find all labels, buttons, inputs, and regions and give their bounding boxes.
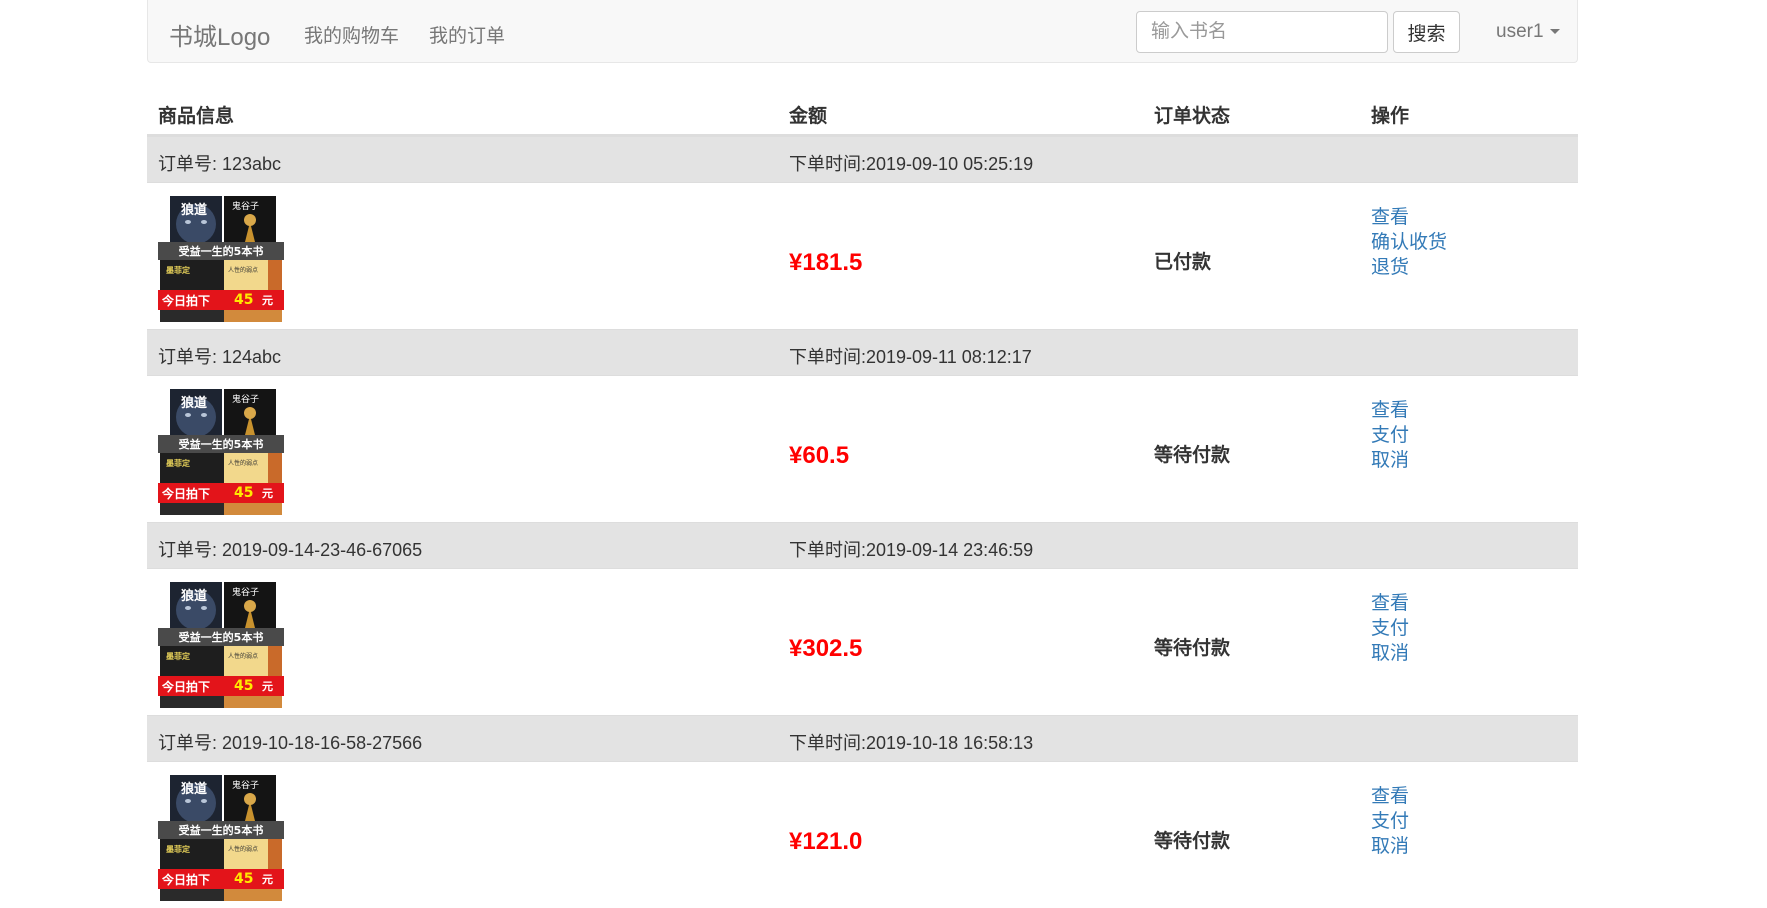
cover-title-right: 鬼谷子 <box>232 779 259 791</box>
order-meta-row: 订单号: 2019-10-18-16-58-27566 下单时间:2019-10… <box>147 715 1578 761</box>
order-actions: 查看 支付 取消 <box>1371 398 1409 473</box>
order-amount: ¥302.5 <box>789 635 863 662</box>
book-bundle-image: 狼道 鬼谷子 受益一生的5本书 墨菲定 人性的弱点 今日拍下 45 元 <box>158 385 284 517</box>
order-actions: 查看 支付 取消 <box>1371 591 1409 666</box>
order-item-row: 狼道 鬼谷子 受益一生的5本书 墨菲定 人性的弱点 今日拍下 45 元 <box>147 761 1578 908</box>
book-bundle-image: 狼道 鬼谷子 受益一生的5本书 墨菲定 人性的弱点 今日拍下 45 元 <box>158 578 284 710</box>
cover-banner: 受益一生的5本书 <box>179 244 264 258</box>
cover-promo-unit: 元 <box>262 487 273 500</box>
search-input[interactable] <box>1136 11 1388 53</box>
action-secondary-link[interactable]: 取消 <box>1371 448 1409 473</box>
user-name: user1 <box>1496 21 1544 42</box>
cover-title-right: 鬼谷子 <box>232 586 259 598</box>
action-view-link[interactable]: 查看 <box>1371 784 1409 809</box>
order-meta-row: 订单号: 124abc 下单时间:2019-09-11 08:12:17 <box>147 329 1578 375</box>
cover-title-left: 狼道 <box>180 395 207 411</box>
cover-sub-right: 人性的弱点 <box>228 652 258 660</box>
action-primary-link[interactable]: 支付 <box>1371 809 1409 834</box>
order-actions: 查看 确认收货 退货 <box>1371 205 1447 280</box>
order-actions: 查看 支付 取消 <box>1371 784 1409 859</box>
cover-title-left: 狼道 <box>180 588 207 604</box>
order-number: 订单号: 2019-10-18-16-58-27566 <box>158 733 423 753</box>
cover-sub-right: 人性的弱点 <box>228 459 258 467</box>
cover-promo-price: 45 <box>234 292 253 308</box>
order-item-row: 狼道 鬼谷子 受益一生的5本书 墨菲定 人性的弱点 今日拍下 45 元 <box>147 182 1578 329</box>
order-group: 订单号: 124abc 下单时间:2019-09-11 08:12:17 狼道 … <box>147 329 1578 522</box>
action-primary-link[interactable]: 确认收货 <box>1371 230 1447 255</box>
orders-table: 商品信息 金额 订单状态 操作 订单号: 123abc 下单时间:2019-09… <box>147 90 1578 908</box>
action-view-link[interactable]: 查看 <box>1371 591 1409 616</box>
cover-banner: 受益一生的5本书 <box>179 823 264 837</box>
brand-logo[interactable]: 书城Logo <box>169 17 270 52</box>
nav-link-orders[interactable]: 我的订单 <box>429 21 505 48</box>
header-product-info: 商品信息 <box>158 106 235 127</box>
action-secondary-link[interactable]: 退货 <box>1371 255 1447 280</box>
cover-banner: 受益一生的5本书 <box>179 630 264 644</box>
order-list: 订单号: 123abc 下单时间:2019-09-10 05:25:19 狼道 … <box>147 136 1578 908</box>
cover-promo-unit: 元 <box>262 680 273 693</box>
cover-banner: 受益一生的5本书 <box>179 437 264 451</box>
order-number: 订单号: 123abc <box>158 154 282 174</box>
nav-link-cart[interactable]: 我的购物车 <box>304 21 399 48</box>
book-bundle-image: 狼道 鬼谷子 受益一生的5本书 墨菲定 人性的弱点 今日拍下 45 元 <box>158 771 284 903</box>
cover-promo-unit: 元 <box>262 294 273 307</box>
cover-sub-left: 墨菲定 <box>166 458 190 468</box>
order-number: 订单号: 2019-09-14-23-46-67065 <box>158 540 423 560</box>
order-item-row: 狼道 鬼谷子 受益一生的5本书 墨菲定 人性的弱点 今日拍下 45 元 <box>147 375 1578 522</box>
navbar: 书城Logo 我的购物车 我的订单 搜索 user1 <box>147 0 1578 63</box>
user-dropdown[interactable]: user1 <box>1496 21 1560 43</box>
header-order-status: 订单状态 <box>1154 106 1231 127</box>
header-actions: 操作 <box>1371 106 1410 127</box>
cover-promo-unit: 元 <box>262 873 273 886</box>
header-amount: 金额 <box>789 106 828 127</box>
order-amount: ¥121.0 <box>789 828 863 855</box>
cover-promo: 今日拍下 <box>161 872 210 887</box>
order-item-row: 狼道 鬼谷子 受益一生的5本书 墨菲定 人性的弱点 今日拍下 45 元 <box>147 568 1578 715</box>
cover-title-right: 鬼谷子 <box>232 393 259 405</box>
cover-promo: 今日拍下 <box>161 486 210 501</box>
order-meta-row: 订单号: 123abc 下单时间:2019-09-10 05:25:19 <box>147 136 1578 182</box>
order-status: 已付款 <box>1154 252 1212 273</box>
cover-sub-left: 墨菲定 <box>166 651 190 661</box>
cover-promo: 今日拍下 <box>161 679 210 694</box>
cover-sub-left: 墨菲定 <box>166 844 190 854</box>
cover-promo-price: 45 <box>234 871 253 887</box>
order-meta-row: 订单号: 2019-09-14-23-46-67065 下单时间:2019-09… <box>147 522 1578 568</box>
order-amount: ¥60.5 <box>789 442 850 469</box>
cover-promo: 今日拍下 <box>161 293 210 308</box>
cover-promo-price: 45 <box>234 485 253 501</box>
cover-promo-price: 45 <box>234 678 253 694</box>
order-time: 下单时间:2019-10-18 16:58:13 <box>789 733 1034 753</box>
caret-down-icon <box>1549 29 1560 35</box>
action-view-link[interactable]: 查看 <box>1371 398 1409 423</box>
table-header: 商品信息 金额 订单状态 操作 <box>147 90 1578 136</box>
order-time: 下单时间:2019-09-14 23:46:59 <box>789 540 1034 560</box>
order-time: 下单时间:2019-09-10 05:25:19 <box>789 154 1034 174</box>
order-time: 下单时间:2019-09-11 08:12:17 <box>789 347 1032 367</box>
order-group: 订单号: 2019-09-14-23-46-67065 下单时间:2019-09… <box>147 522 1578 715</box>
order-amount: ¥181.5 <box>789 249 863 276</box>
action-secondary-link[interactable]: 取消 <box>1371 834 1409 859</box>
order-group: 订单号: 123abc 下单时间:2019-09-10 05:25:19 狼道 … <box>147 136 1578 329</box>
cover-title-right: 鬼谷子 <box>232 200 259 212</box>
book-bundle-image: 狼道 鬼谷子 受益一生的5本书 墨菲定 人性的弱点 今日拍下 45 元 <box>158 192 284 324</box>
cover-sub-right: 人性的弱点 <box>228 266 258 274</box>
order-status: 等待付款 <box>1154 445 1231 466</box>
order-number: 订单号: 124abc <box>158 347 282 367</box>
order-status: 等待付款 <box>1154 638 1231 659</box>
action-primary-link[interactable]: 支付 <box>1371 423 1409 448</box>
order-status: 等待付款 <box>1154 831 1231 852</box>
order-group: 订单号: 2019-10-18-16-58-27566 下单时间:2019-10… <box>147 715 1578 908</box>
cover-title-left: 狼道 <box>180 781 207 797</box>
action-primary-link[interactable]: 支付 <box>1371 616 1409 641</box>
cover-sub-left: 墨菲定 <box>166 265 190 275</box>
action-secondary-link[interactable]: 取消 <box>1371 641 1409 666</box>
search-button[interactable]: 搜索 <box>1393 11 1460 53</box>
cover-sub-right: 人性的弱点 <box>228 845 258 853</box>
action-view-link[interactable]: 查看 <box>1371 205 1447 230</box>
cover-title-left: 狼道 <box>180 202 207 218</box>
